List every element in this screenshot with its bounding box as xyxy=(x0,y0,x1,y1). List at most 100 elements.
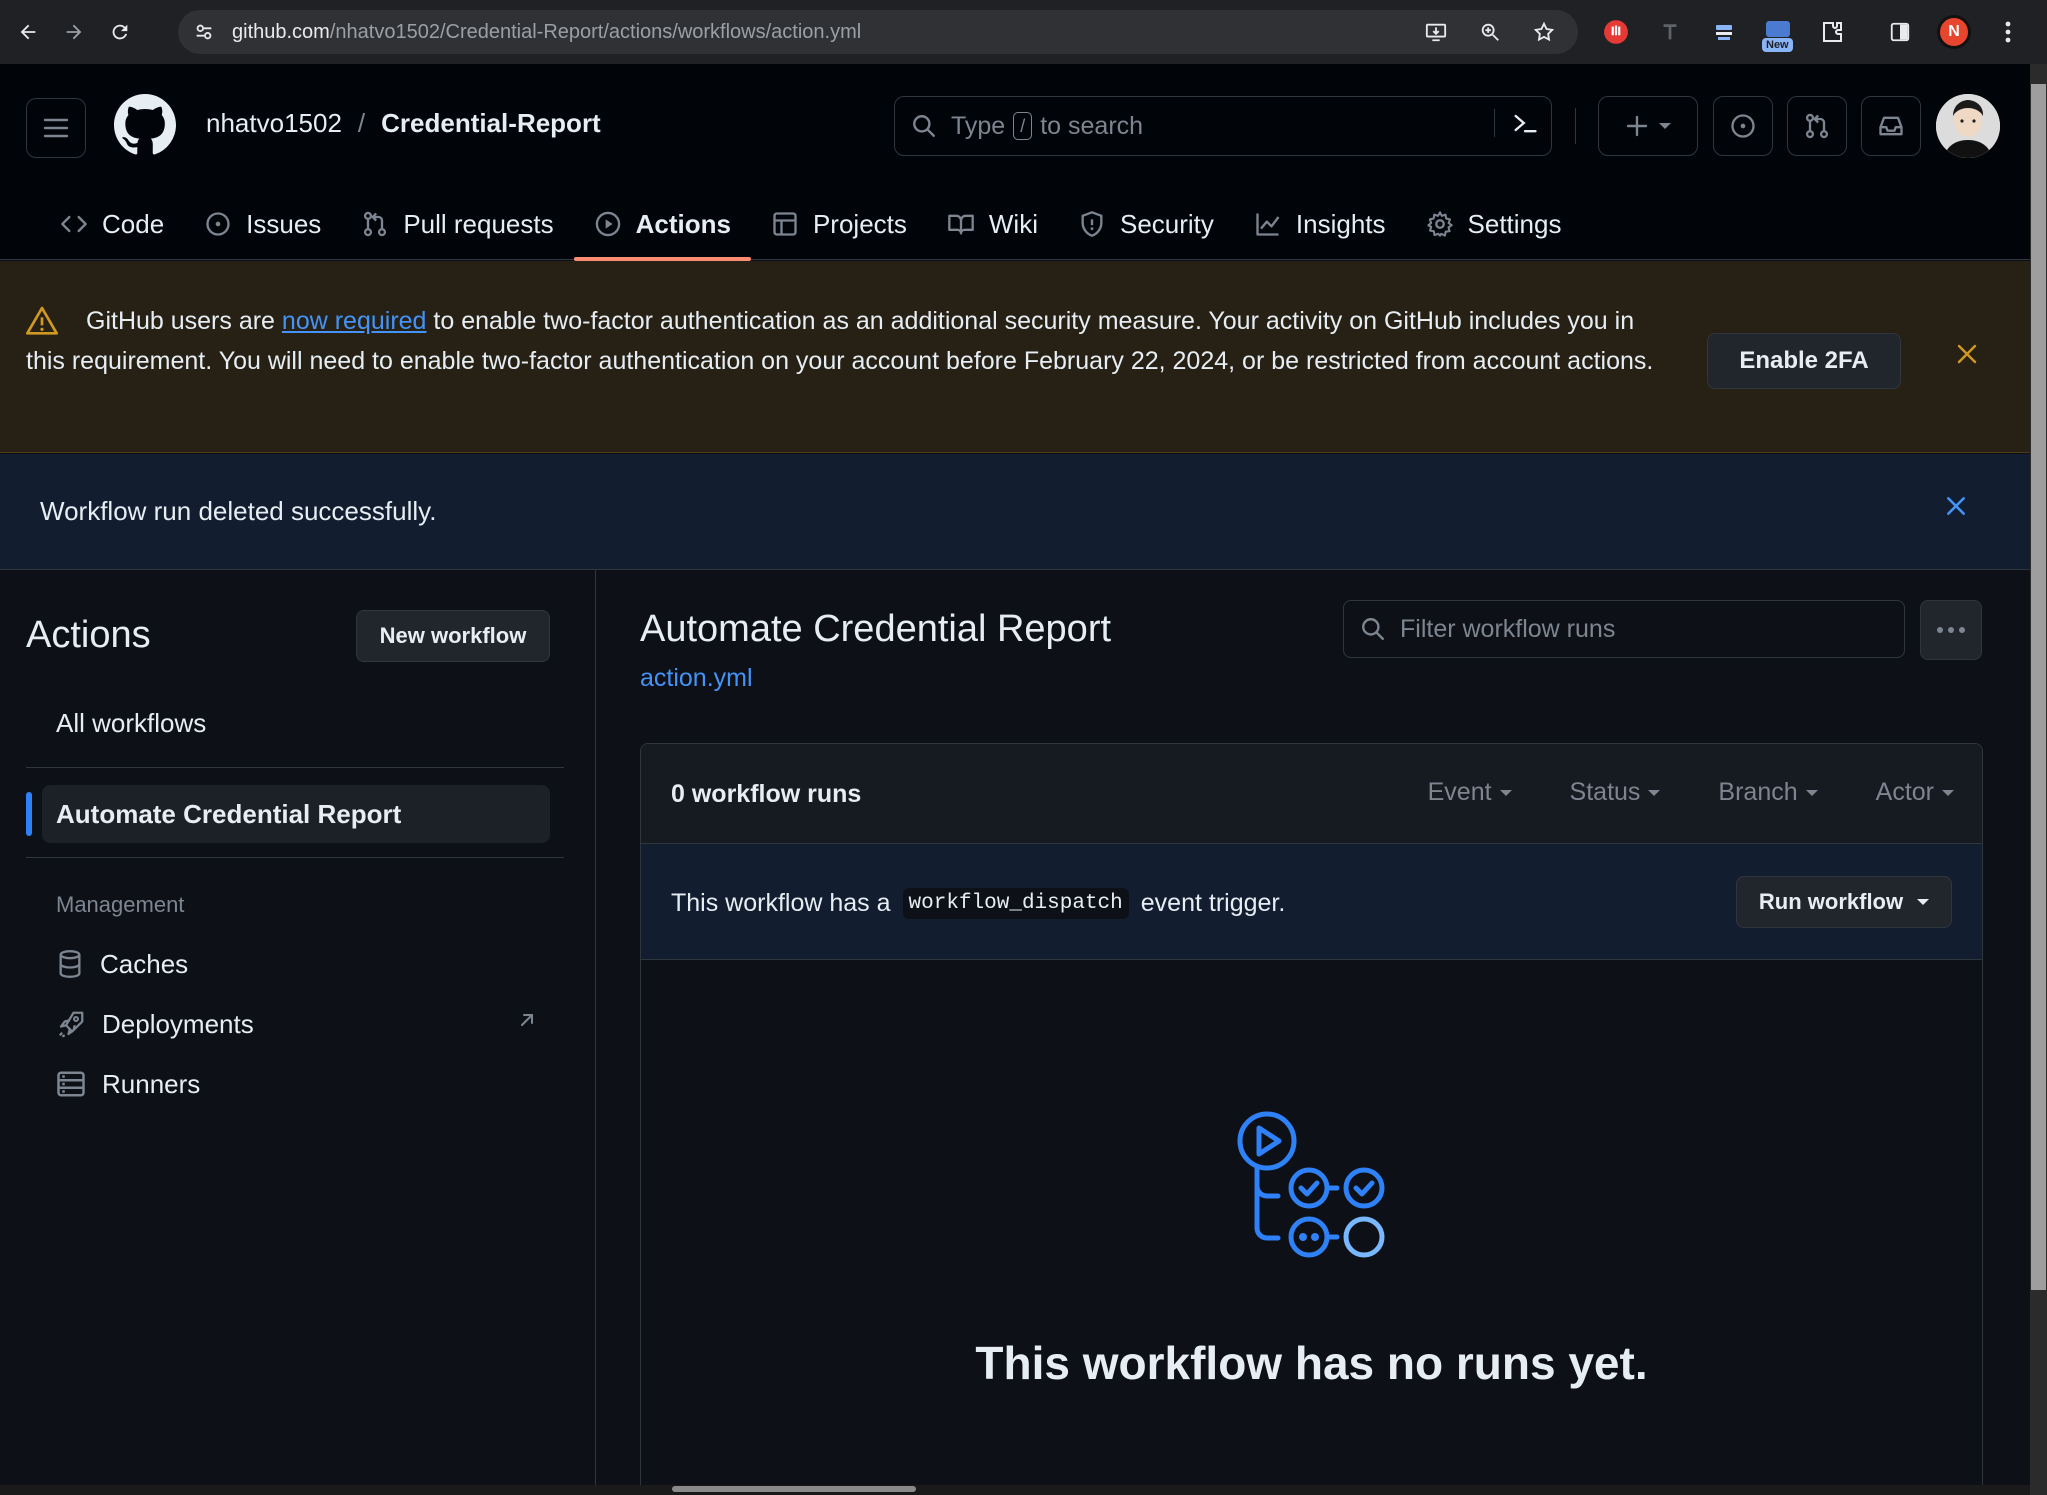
extensions-puzzle-icon[interactable] xyxy=(1812,12,1852,52)
empty-state-title: This workflow has no runs yet. xyxy=(975,1337,1648,1389)
forward-icon[interactable] xyxy=(56,14,92,50)
new-badge: New xyxy=(1762,38,1793,52)
more-options-button[interactable] xyxy=(1920,600,1982,660)
header-divider xyxy=(1575,108,1576,144)
now-required-link[interactable]: now required xyxy=(282,307,427,335)
tab-label: Code xyxy=(102,208,165,239)
search-placeholder-prefix: Type xyxy=(951,111,1006,140)
active-indicator xyxy=(26,792,32,836)
runs-filters: Event Status Branch Actor xyxy=(1428,778,1954,807)
tab-label: Actions xyxy=(635,208,731,239)
breadcrumb-separator: / xyxy=(357,108,366,138)
divider xyxy=(26,767,564,768)
plus-icon xyxy=(1626,115,1648,137)
run-workflow-label: Run workflow xyxy=(1758,889,1904,914)
sidebar-item-label: Caches xyxy=(100,948,189,979)
tab-pull-requests[interactable]: Pull requests xyxy=(341,188,573,260)
side-panel-icon[interactable] xyxy=(1880,12,1920,52)
sidebar-item-workflow[interactable]: Automate Credential Report xyxy=(42,785,550,843)
tab-label: Security xyxy=(1119,208,1214,239)
filter-workflow-runs-input[interactable]: Filter workflow runs xyxy=(1343,600,1905,658)
tab-insights[interactable]: Insights xyxy=(1234,188,1406,260)
extension-cast-icon[interactable] xyxy=(1704,12,1744,52)
new-workflow-button[interactable]: New workflow xyxy=(356,610,550,662)
tab-projects[interactable]: Projects xyxy=(751,188,927,260)
sidebar-item-deployments[interactable]: Deployments xyxy=(56,1001,536,1047)
browser-menu-icon[interactable] xyxy=(1988,12,2028,52)
tab-wiki[interactable]: Wiki xyxy=(927,188,1058,260)
issues-button[interactable] xyxy=(1713,96,1773,156)
sidebar-item-runners[interactable]: Runners xyxy=(56,1061,536,1107)
breadcrumb: nhatvo1502 / Credential-Report xyxy=(206,108,601,139)
external-link-icon xyxy=(518,1011,536,1029)
repo-owner-link[interactable]: nhatvo1502 xyxy=(206,108,342,139)
sidebar-item-all-workflows[interactable]: All workflows xyxy=(42,694,550,752)
table-icon xyxy=(773,212,797,236)
issue-icon xyxy=(1731,114,1755,138)
chevron-down-icon xyxy=(1805,789,1818,796)
tab-issues[interactable]: Issues xyxy=(184,188,341,260)
pull-requests-button[interactable] xyxy=(1787,96,1847,156)
run-workflow-button[interactable]: Run workflow xyxy=(1736,876,1952,928)
tab-settings[interactable]: Settings xyxy=(1406,188,1582,260)
dispatch-text-after: event trigger. xyxy=(1140,889,1286,917)
tab-security[interactable]: Security xyxy=(1058,188,1234,260)
inbox-icon xyxy=(1879,116,1903,136)
scrollbar-thumb[interactable] xyxy=(2031,84,2046,1290)
filter-label: Event xyxy=(1427,778,1492,806)
rocket-icon xyxy=(58,1011,84,1038)
chevron-down-icon xyxy=(1499,789,1512,796)
site-info-icon[interactable] xyxy=(186,14,222,50)
create-new-button[interactable] xyxy=(1598,96,1698,156)
branch-filter-dropdown[interactable]: Branch xyxy=(1718,778,1818,807)
install-app-icon[interactable] xyxy=(1418,14,1454,50)
extension-new-icon[interactable]: New xyxy=(1758,12,1798,52)
sidebar-item-label: Deployments xyxy=(102,1008,254,1039)
issue-icon xyxy=(206,212,230,236)
tab-actions[interactable]: Actions xyxy=(573,188,752,261)
close-icon[interactable] xyxy=(1944,494,1968,518)
management-heading: Management xyxy=(56,892,185,917)
search-input[interactable]: Type / to search xyxy=(894,96,1552,156)
user-avatar[interactable] xyxy=(1936,94,2000,158)
bookmark-star-icon[interactable] xyxy=(1526,14,1562,50)
enable-2fa-button[interactable]: Enable 2FA xyxy=(1707,333,1901,389)
pull-request-icon xyxy=(364,211,387,237)
runs-count: 0 workflow runs xyxy=(671,780,862,808)
horizontal-scrollbar[interactable] xyxy=(0,1485,2030,1495)
horizontal-scrollbar-thumb[interactable] xyxy=(672,1486,916,1492)
reload-icon[interactable] xyxy=(102,14,138,50)
github-logo-icon[interactable] xyxy=(114,94,176,156)
address-bar[interactable]: github.com/nhatvo1502/Credential-Report/… xyxy=(178,10,1578,54)
flash-message: Workflow run deleted successfully. xyxy=(40,496,437,526)
extension-text-icon[interactable] xyxy=(1650,12,1690,52)
chevron-down-icon xyxy=(1942,789,1954,796)
kebab-horizontal-icon xyxy=(1937,627,1965,633)
actor-filter-dropdown[interactable]: Actor xyxy=(1876,778,1954,807)
dispatch-message: This workflow has a workflow_dispatch ev… xyxy=(671,888,1285,919)
runs-header: 0 workflow runs Event Status Branch Acto… xyxy=(641,744,1982,844)
profile-avatar[interactable]: N xyxy=(1934,12,1974,52)
status-filter-dropdown[interactable]: Status xyxy=(1570,778,1661,807)
inbox-button[interactable] xyxy=(1861,96,1921,156)
repo-name-link[interactable]: Credential-Report xyxy=(381,108,601,139)
search-icon xyxy=(1362,618,1384,640)
extension-red-hand-icon[interactable] xyxy=(1596,12,1636,52)
chevron-down-icon xyxy=(1659,123,1671,129)
event-filter-dropdown[interactable]: Event xyxy=(1428,778,1512,807)
workflow-file-link[interactable]: action.yml xyxy=(640,664,753,693)
two-factor-warning-banner: GitHub users are now required to enable … xyxy=(0,261,2030,453)
sidebar-item-caches[interactable]: Caches xyxy=(56,941,536,987)
chevron-down-icon xyxy=(1648,789,1661,796)
zoom-icon[interactable] xyxy=(1472,14,1508,50)
tab-label: Wiki xyxy=(988,208,1038,239)
hamburger-menu-button[interactable] xyxy=(26,98,86,158)
search-shortcut-key: / xyxy=(1013,112,1033,140)
back-icon[interactable] xyxy=(10,14,46,50)
tab-code[interactable]: Code xyxy=(40,188,184,260)
command-palette-icon[interactable] xyxy=(1494,109,1539,137)
close-icon[interactable] xyxy=(1956,343,1978,365)
graph-icon xyxy=(1256,213,1280,236)
workflow-title: Automate Credential Report xyxy=(640,608,1112,650)
shield-icon xyxy=(1081,211,1103,237)
